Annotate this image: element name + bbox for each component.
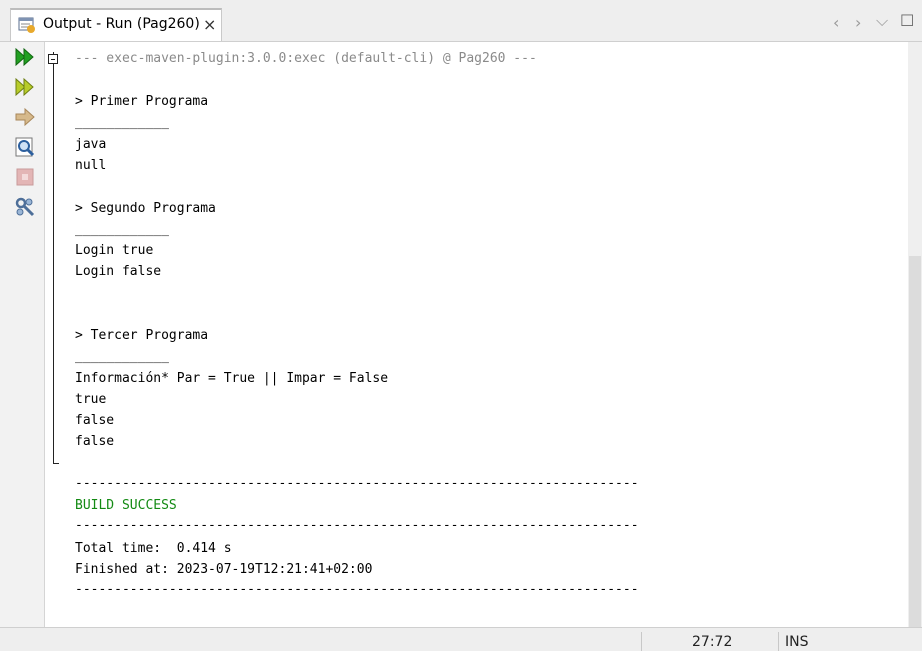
build-status: BUILD SUCCESS xyxy=(75,498,177,513)
maximize-icon[interactable]: ☐ xyxy=(900,11,914,30)
tab-bar: Output - Run (Pag260) × ‹ › ⌵ ☐ xyxy=(0,0,922,42)
separator-line: ----------------------------------------… xyxy=(75,582,639,597)
output-line: ____________ xyxy=(75,115,169,130)
output-line: Información* Par = True || Impar = False xyxy=(75,371,389,386)
output-line: false xyxy=(75,413,115,428)
output-line: ____________ xyxy=(75,349,169,364)
tab-output-run[interactable]: Output - Run (Pag260) × xyxy=(10,8,222,41)
close-icon[interactable]: × xyxy=(203,15,216,34)
output-line: > Primer Programa xyxy=(75,94,209,109)
output-line: > Segundo Programa xyxy=(75,201,216,216)
chevron-left-icon[interactable]: ‹ xyxy=(833,13,839,32)
status-bar: 27:72 INS xyxy=(0,627,922,651)
cursor-position: 27:72 xyxy=(692,634,733,650)
output-line: Login false xyxy=(75,264,162,279)
rerun-with-params-icon[interactable] xyxy=(14,76,36,98)
separator-line: ----------------------------------------… xyxy=(75,518,639,533)
fold-guide xyxy=(53,52,54,463)
rerun-icon[interactable] xyxy=(14,46,36,68)
insert-mode[interactable]: INS xyxy=(785,634,809,650)
status-separator xyxy=(641,632,642,651)
tab-title: Output - Run (Pag260) xyxy=(43,16,200,32)
collapse-icon[interactable] xyxy=(48,54,58,64)
output-line: > Tercer Programa xyxy=(75,328,209,343)
status-separator xyxy=(778,632,779,651)
output-line: Login true xyxy=(75,243,154,258)
total-time-line: Total time: 0.414 s xyxy=(75,541,232,556)
chevron-down-icon[interactable]: ⌵ xyxy=(876,11,888,31)
scrollbar-thumb[interactable] xyxy=(909,256,921,627)
output-window-icon xyxy=(18,17,35,33)
output-line: null xyxy=(75,158,107,173)
output-line: true xyxy=(75,392,107,407)
output-header-line: --- exec-maven-plugin:3.0.0:exec (defaul… xyxy=(75,51,537,66)
output-toolbar xyxy=(0,42,45,627)
separator-line: ----------------------------------------… xyxy=(75,476,639,491)
find-icon[interactable] xyxy=(14,136,36,158)
stop-arrow-icon[interactable] xyxy=(14,106,36,128)
fold-guide-end xyxy=(53,463,59,464)
output-line: java xyxy=(75,137,107,152)
settings-icon[interactable] xyxy=(14,196,36,218)
chevron-right-icon[interactable]: › xyxy=(855,13,861,32)
finished-at-line: Finished at: 2023-07-19T12:21:41+02:00 xyxy=(75,562,373,577)
output-line: false xyxy=(75,434,115,449)
output-line: ____________ xyxy=(75,222,169,237)
stop-icon[interactable] xyxy=(14,166,36,188)
